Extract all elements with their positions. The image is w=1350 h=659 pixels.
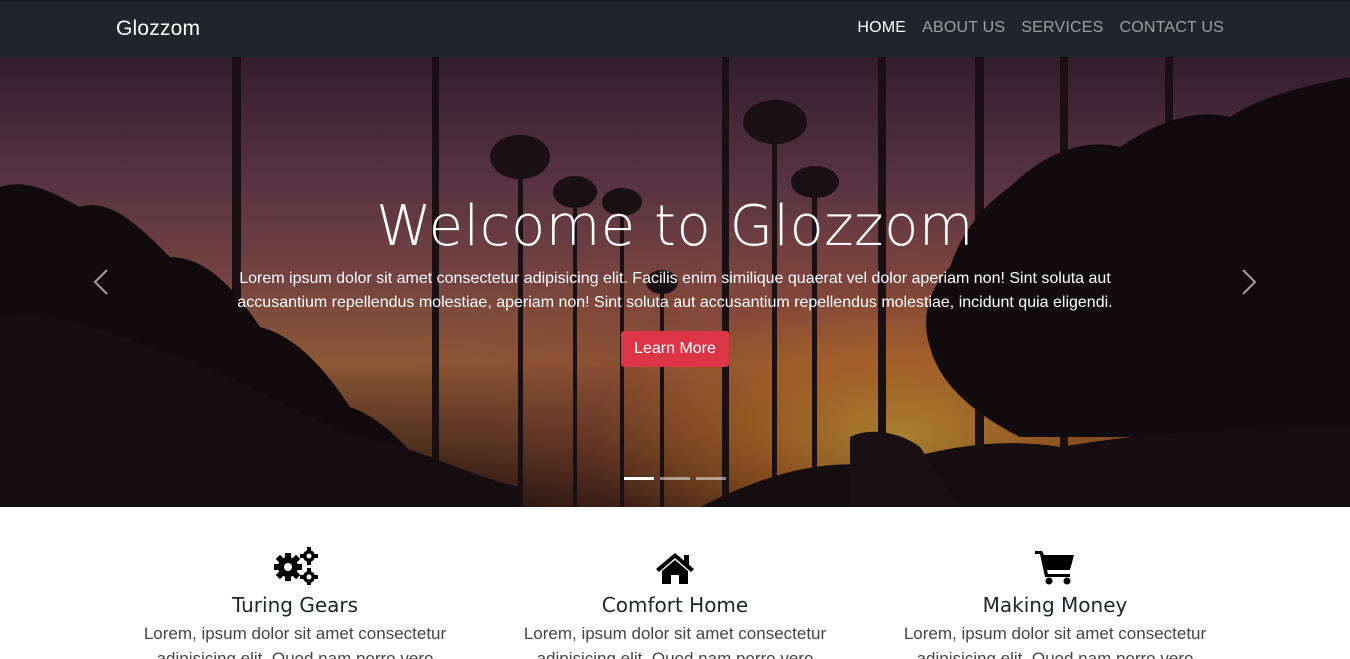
hero-caption: Welcome to Glozzom Lorem ipsum dolor sit… bbox=[200, 195, 1150, 367]
chevron-right-icon bbox=[1242, 269, 1257, 295]
feature-card-home: Comfort Home Lorem, ipsum dolor sit amet… bbox=[505, 547, 845, 659]
nav-menu: HOME ABOUT US SERVICES CONTACT US bbox=[857, 19, 1224, 37]
feature-description: Lorem, ipsum dolor sit amet consectetur … bbox=[903, 624, 1207, 659]
chevron-left-icon bbox=[93, 269, 108, 295]
hero-description: Lorem ipsum dolor sit amet consectetur a… bbox=[237, 270, 1113, 311]
hero-title: Welcome to Glozzom bbox=[376, 194, 974, 259]
features-section: Turing Gears Lorem, ipsum dolor sit amet… bbox=[0, 507, 1350, 659]
feature-title: Comfort Home bbox=[601, 593, 749, 617]
carousel-indicator-2[interactable] bbox=[660, 477, 690, 480]
nav-link-services[interactable]: SERVICES bbox=[1021, 19, 1103, 37]
nav-link-home[interactable]: HOME bbox=[857, 19, 906, 37]
carousel-next-button[interactable] bbox=[1234, 262, 1264, 302]
navbar: Glozzom HOME ABOUT US SERVICES CONTACT U… bbox=[0, 0, 1350, 57]
feature-description: Lorem, ipsum dolor sit amet consectetur … bbox=[523, 624, 827, 659]
feature-card-cart: Making Money Lorem, ipsum dolor sit amet… bbox=[885, 547, 1225, 659]
hero-carousel: Welcome to Glozzom Lorem ipsum dolor sit… bbox=[0, 57, 1350, 507]
nav-link-contact-us[interactable]: CONTACT US bbox=[1119, 19, 1224, 37]
learn-more-button[interactable]: Learn More bbox=[621, 331, 729, 367]
nav-link-about-us[interactable]: ABOUT US bbox=[922, 19, 1005, 37]
feature-description: Lorem, ipsum dolor sit amet consectetur … bbox=[143, 624, 447, 659]
shopping-cart-icon bbox=[1035, 551, 1074, 585]
carousel-prev-button[interactable] bbox=[86, 262, 116, 302]
carousel-indicators bbox=[624, 477, 726, 480]
feature-card-gears: Turing Gears Lorem, ipsum dolor sit amet… bbox=[125, 547, 465, 659]
brand-logo[interactable]: Glozzom bbox=[116, 17, 200, 41]
feature-title: Turing Gears bbox=[231, 593, 359, 617]
feature-title: Making Money bbox=[982, 593, 1128, 617]
gears-icon bbox=[274, 547, 318, 585]
carousel-indicator-3[interactable] bbox=[696, 477, 726, 480]
carousel-indicator-1[interactable] bbox=[624, 477, 654, 480]
home-icon bbox=[656, 553, 694, 584]
